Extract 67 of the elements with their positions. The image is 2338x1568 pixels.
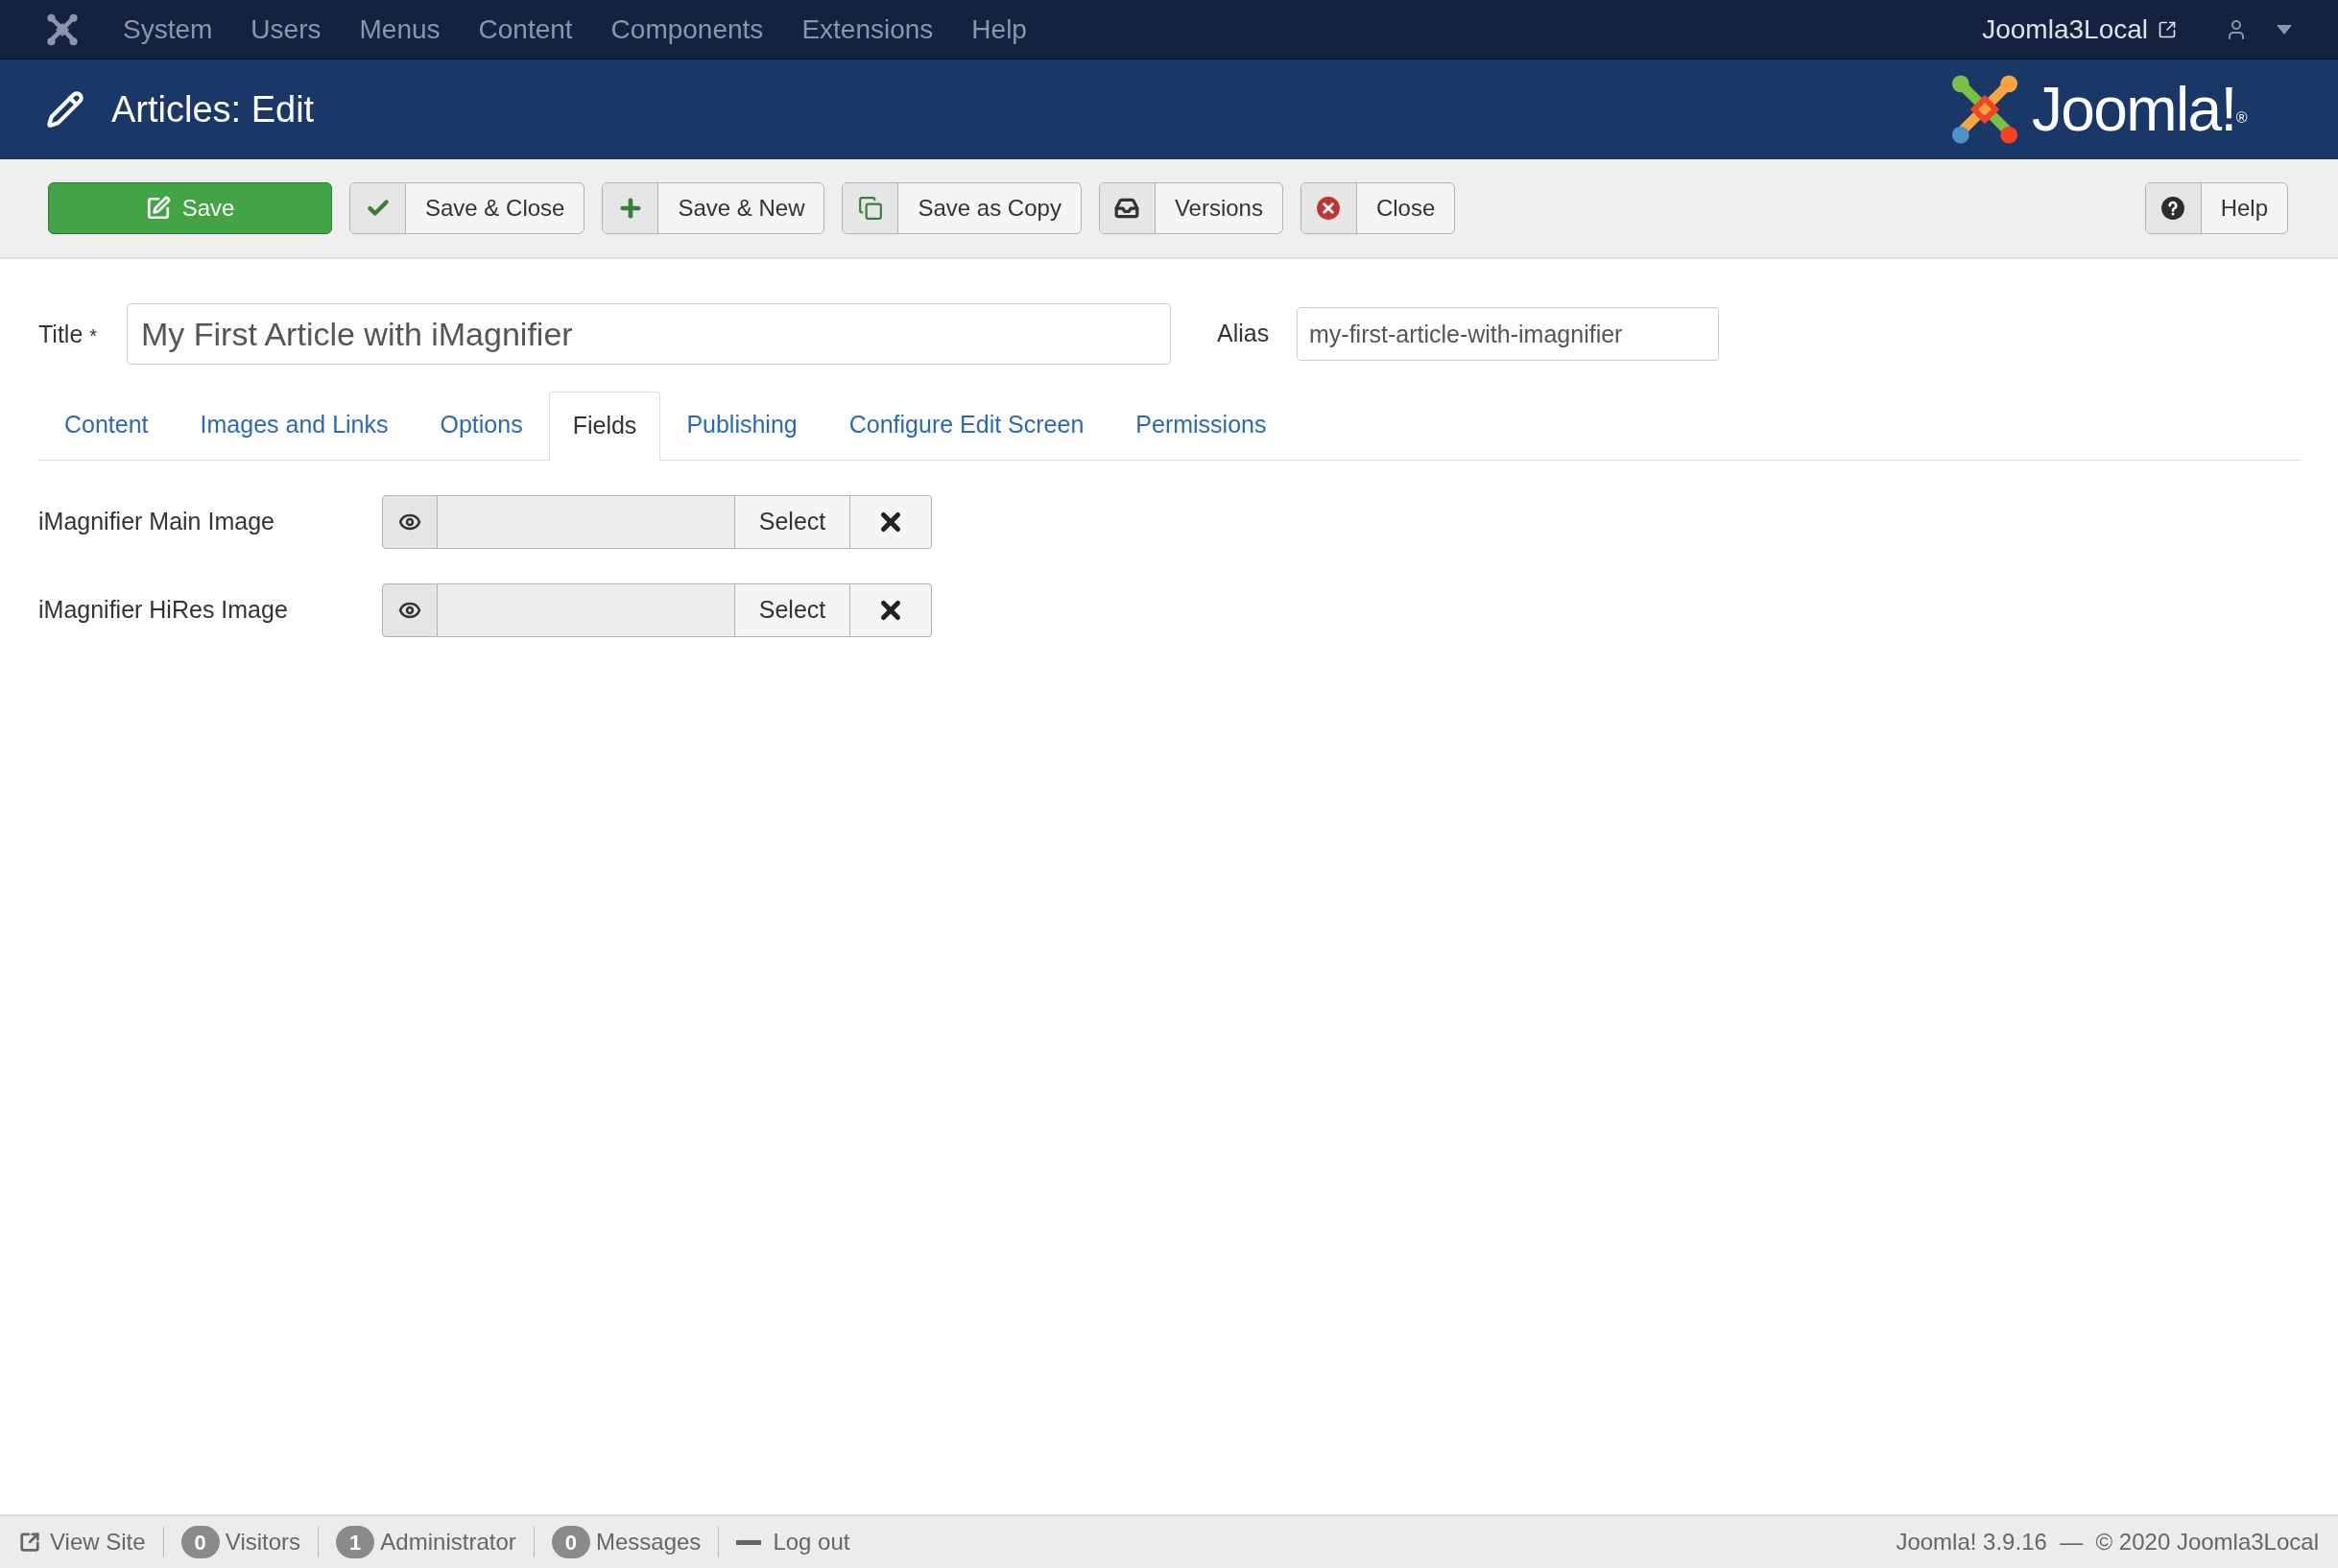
menu-item[interactable]: System [123,9,213,50]
logo-text: Joomla!$^{®}$ [2031,79,2246,140]
button-label: Save & Close [424,194,566,223]
external-link-icon [19,1532,40,1553]
menu-item[interactable]: Components [610,9,764,50]
status-label: Administrator [380,1528,516,1556]
cancel-icon [1316,196,1342,221]
tab[interactable]: Options [414,391,549,460]
clear-button[interactable] [850,583,932,637]
preview-button[interactable] [382,495,438,549]
menu-item[interactable]: Extensions [801,9,934,50]
count-badge: 1 [336,1526,375,1558]
caret-icon[interactable] [2277,24,2292,35]
tab[interactable]: Fields [548,392,661,461]
site-link[interactable]: Joomla3Local [1982,9,2148,50]
button-label: Close [1374,194,1437,223]
edit-icon [145,196,171,221]
minus-icon [736,1539,762,1545]
menu-item[interactable]: Users [250,9,322,50]
toolbar-button[interactable]: Close [1300,182,1456,234]
count-badge: 0 [551,1526,590,1558]
tab[interactable]: Permissions [1109,391,1293,460]
count-badge: 0 [180,1526,220,1558]
field-label: iMagnifier Main Image [38,507,275,537]
link-label: View Site [50,1528,146,1556]
joomla-icon [46,12,79,46]
button-label: Save as Copy [917,194,1062,223]
button-label: Help [2219,194,2269,223]
menu-item[interactable]: Menus [359,9,441,50]
menu-item[interactable]: Help [971,9,1027,50]
field-label: iMagnifier HiRes Image [38,595,289,626]
toolbar-button[interactable]: Save & New [602,182,825,234]
status-label: Visitors [225,1528,301,1556]
select-button[interactable]: Select [734,583,850,637]
preview-button[interactable] [382,583,438,637]
menu-item[interactable]: Content [478,9,573,50]
pencil-icon [46,90,84,129]
inbox-icon [1114,196,1140,221]
title-field[interactable]: My First Article with iMagnifier [127,303,1171,365]
title-label: Title * [38,320,99,349]
button-label: Save [181,194,235,223]
tab[interactable]: Images and Links [174,391,415,460]
copy-icon [857,196,883,221]
button-label: Save & New [677,194,806,223]
toolbar-button[interactable]: Save as Copy [842,182,1082,234]
select-button[interactable]: Select [734,495,850,549]
help-icon [2160,196,2186,221]
status-label: Messages [596,1528,702,1556]
tab[interactable]: Content [38,391,175,460]
button-label: Versions [1173,194,1264,223]
image-path-field[interactable] [438,495,734,549]
alias-label: Alias [1217,319,1271,349]
link-label: Log out [773,1528,850,1556]
logout-link[interactable]: Log out [736,1525,850,1559]
image-path-field[interactable] [438,583,734,637]
save-button[interactable]: Save [48,182,332,234]
tab[interactable]: Configure Edit Screen [823,391,1110,460]
alias-field[interactable]: my-first-article-with-imagnifier [1297,307,1719,361]
toolbar-button[interactable]: Save & Close [349,182,585,234]
help-button[interactable]: Help [2144,182,2288,234]
toolbar-button[interactable]: Versions [1098,182,1283,234]
view-site-link[interactable]: View Site [19,1525,146,1559]
tab[interactable]: Publishing [660,391,823,460]
page-title: Articles: Edit [111,87,315,131]
version-text: Joomla! 3.9.16 — © 2020 Joomla3Local [1896,1528,2319,1556]
external-link-icon [2158,19,2177,39]
clear-button[interactable] [850,495,932,549]
